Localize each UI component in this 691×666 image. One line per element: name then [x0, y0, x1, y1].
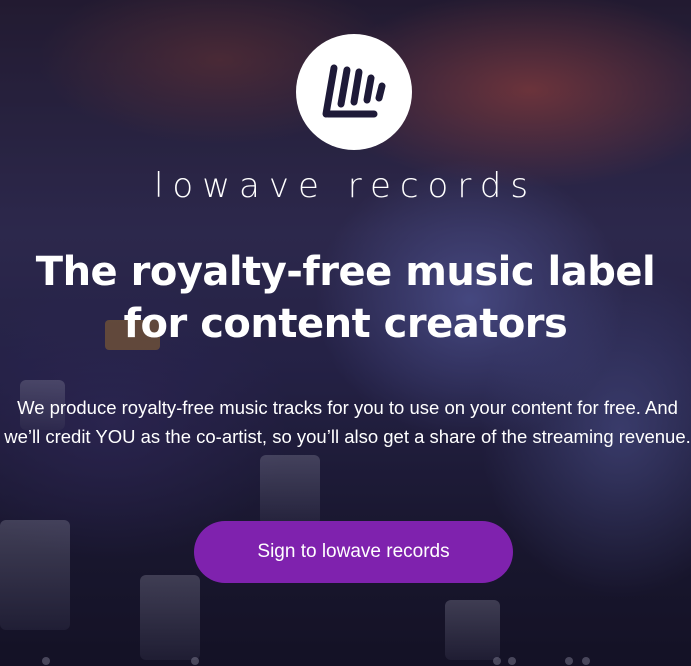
lowave-logo-icon — [322, 64, 386, 118]
logo-bar — [350, 68, 363, 106]
logo-bar — [375, 82, 386, 102]
brand-name: lowave records — [153, 166, 538, 206]
hero-headline: The royalty-free music label for content… — [35, 249, 656, 347]
brand-logo[interactable] — [296, 34, 412, 150]
sign-up-button[interactable]: Sign to lowave records — [194, 521, 513, 583]
hero-section: lowave records The royalty-free music la… — [0, 0, 691, 666]
hero-content: lowave records The royalty-free music la… — [0, 0, 691, 666]
logo-bar — [337, 66, 351, 108]
logo-bar — [322, 64, 338, 118]
logo-bar — [363, 74, 375, 104]
hero-description: We produce royalty-free music tracks for… — [4, 397, 691, 447]
